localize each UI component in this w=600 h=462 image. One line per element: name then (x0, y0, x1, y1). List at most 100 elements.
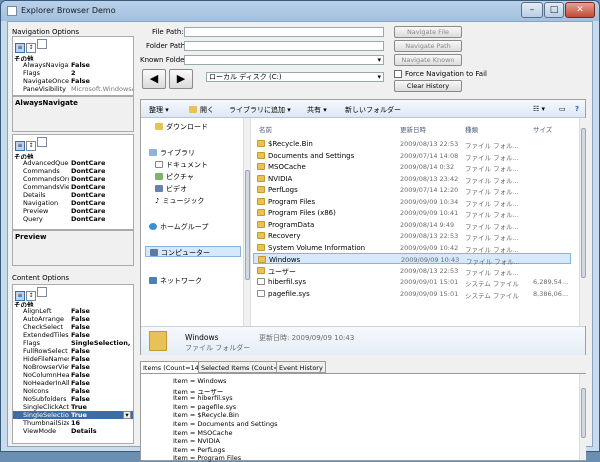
file-row[interactable]: ProgramData 2009/08/14 9:49 ファイル フォル... (253, 219, 571, 231)
property-row[interactable]: CommandsViewDontCare (13, 183, 133, 191)
nav-item-downloads[interactable]: ダウンロード (155, 122, 208, 132)
property-row[interactable]: NoIcons False (13, 387, 133, 395)
view-menu-icon[interactable]: ☷ ▾ (533, 105, 545, 113)
property-row[interactable]: FullRowSelect False (13, 347, 133, 355)
preview-options-grid[interactable]: ≡↕ その他 AdvancedQueryDontCareCommandsDont… (12, 134, 134, 230)
file-row[interactable]: MSOCache 2009/08/14 0:32 ファイル フォル... (253, 161, 571, 173)
content-options-grid[interactable]: ≡ ↕ その他 AlignLeft False AutoArrange False Che… (12, 284, 134, 444)
clear-history-button[interactable]: Clear History (394, 80, 462, 92)
property-row[interactable]: AdvancedQueryDontCare (13, 159, 133, 167)
col-type[interactable]: 種類 (465, 124, 478, 134)
organize-menu[interactable]: 整理 ▾ (149, 105, 169, 115)
location-combo[interactable]: ローカル ディスク (C:) ▾ (206, 72, 384, 82)
scroll-thumb[interactable] (581, 128, 586, 278)
minimize-button[interactable]: – (521, 2, 543, 18)
navigation-pane[interactable]: ダウンロード ライブラリ ドキュメント ピクチャ ビデオ ♪ ミュージック ホーム… (141, 118, 251, 326)
property-value[interactable]: False (71, 61, 90, 69)
property-row[interactable]: Details DontCare (13, 191, 133, 199)
file-row[interactable]: Program Files 2009/09/09 10:34 ファイル フォル... (253, 196, 571, 208)
file-row[interactable]: $Recycle.Bin 2009/08/13 22:53 ファイル フォル... (253, 138, 571, 150)
property-value[interactable]: SingleSelection, S (71, 339, 133, 347)
category-row[interactable]: その他 (13, 299, 133, 307)
property-value[interactable]: False (71, 315, 90, 323)
property-value[interactable]: False (71, 307, 90, 315)
property-value[interactable]: False (71, 387, 90, 395)
nav-item-pictures[interactable]: ピクチャ (155, 172, 194, 182)
chevron-down-icon[interactable]: ▾ (123, 411, 131, 419)
property-row[interactable]: ViewMode Details (13, 427, 133, 435)
file-row[interactable]: Windows 2009/09/09 10:43 ファイル フォル... (253, 253, 571, 266)
property-row[interactable]: CheckSelect False (13, 323, 133, 331)
file-row[interactable]: Documents and Settings 2009/07/14 14:08 ファ… (253, 150, 571, 162)
file-path-input[interactable] (184, 27, 384, 37)
property-value[interactable]: DontCare (71, 191, 105, 199)
property-row[interactable]: NoSubfolders False (13, 395, 133, 403)
scroll-thumb[interactable] (245, 170, 250, 280)
open-button[interactable]: 開く (189, 105, 214, 115)
property-row[interactable]: NoBrowserView False (13, 363, 133, 371)
nav-item-homegroup[interactable]: ホームグループ (149, 222, 208, 232)
property-row[interactable]: SingleSelection True ▾ (13, 411, 133, 419)
add-library-menu[interactable]: ライブラリに追加 ▾ (229, 105, 291, 115)
explorer-browser[interactable]: 整理 ▾ 開く ライブラリに追加 ▾ 共有 ▾ 新しいフォルダー ☷ ▾ ▭ ?… (140, 99, 586, 355)
close-button[interactable]: ✕ (565, 2, 595, 18)
sort-az-icon[interactable]: ↕ (26, 43, 36, 53)
col-name[interactable]: 名前 (259, 124, 272, 134)
property-row[interactable]: CommandsOrgaDontCare (13, 175, 133, 183)
property-value[interactable]: DontCare (71, 183, 105, 191)
file-row[interactable]: Program Files (x86) 2009/09/09 10:41 ファイル … (253, 207, 571, 219)
tab-selected-items[interactable]: Selected Items (Count=1) (198, 361, 289, 373)
property-value[interactable]: DontCare (71, 199, 105, 207)
file-row[interactable]: NVIDIA 2009/08/13 23:42 ファイル フォル... (253, 173, 571, 185)
property-value[interactable]: DontCare (71, 215, 105, 223)
property-value[interactable]: True (71, 403, 87, 411)
property-value[interactable]: False (71, 363, 90, 371)
property-row[interactable]: Navigation DontCare (13, 199, 133, 207)
filelist-scrollbar[interactable] (579, 118, 586, 326)
property-value[interactable]: False (71, 77, 90, 85)
col-size[interactable]: サイズ (533, 124, 552, 134)
property-value[interactable]: False (71, 355, 90, 363)
maximize-button[interactable]: □ (544, 2, 564, 18)
property-row[interactable]: NoHeaderInAllV False (13, 379, 133, 387)
folder-path-input[interactable] (184, 41, 384, 51)
log-scrollbar[interactable] (579, 374, 586, 460)
nav-item-computer[interactable]: コンピューター (145, 246, 241, 257)
property-row[interactable]: NoColumnHead False (13, 371, 133, 379)
share-menu[interactable]: 共有 ▾ (307, 105, 327, 115)
property-row[interactable]: Flags SingleSelection, S (13, 339, 133, 347)
property-row[interactable]: SingleClickActi True (13, 403, 133, 411)
nav-item-documents[interactable]: ドキュメント (155, 160, 208, 170)
scroll-thumb[interactable] (581, 388, 586, 438)
property-value[interactable]: False (71, 395, 90, 403)
category-row[interactable]: その他 (13, 151, 133, 159)
items-log[interactable]: Item = Windows Item = ユーザー Item = hiberfil… (140, 373, 586, 462)
property-pages-icon[interactable] (37, 287, 47, 297)
property-value[interactable]: Microsoft.WindowsAP (71, 85, 133, 93)
category-row[interactable]: その他 (13, 53, 133, 61)
navigate-known-button[interactable]: Navigate Known (394, 54, 462, 66)
property-value[interactable]: False (71, 323, 90, 331)
file-list[interactable]: 名前 更新日時 種類 サイズ $Recycle.Bin 2009/08/13 22… (253, 118, 587, 326)
preview-pane-icon[interactable]: ▭ (559, 105, 566, 113)
property-row[interactable]: AlwaysNavigateFalse (13, 61, 133, 69)
help-icon[interactable]: ? (575, 105, 579, 113)
property-value[interactable]: False (71, 371, 90, 379)
property-row[interactable]: NavigateOnce False (13, 77, 133, 85)
nav-item-libraries[interactable]: ライブラリ (149, 148, 195, 158)
property-value[interactable]: DontCare (71, 159, 105, 167)
property-value[interactable]: 16 (71, 419, 80, 427)
navigate-file-button[interactable]: Navigate File (394, 26, 462, 38)
categorized-icon[interactable]: ≡ (15, 43, 25, 53)
forward-button[interactable]: ▶ (169, 69, 193, 89)
nav-options-grid[interactable]: ≡↕ その他 AlwaysNavigateFalseFlags2Navigate… (12, 36, 134, 96)
file-row[interactable]: hiberfil.sys 2009/09/01 15:01 システム ファイル 6,2… (253, 276, 571, 288)
property-value[interactable]: DontCare (71, 175, 105, 183)
property-row[interactable]: PaneVisibility Microsoft.WindowsAP (13, 85, 133, 93)
tab-event-history[interactable]: Event History (276, 361, 326, 373)
file-row[interactable]: pagefile.sys 2009/09/09 15:01 システム ファイル 8,3… (253, 288, 571, 300)
file-row[interactable]: System Volume Information 2009/09/09 10:4… (253, 242, 571, 254)
sort-az-icon[interactable]: ↕ (26, 141, 36, 151)
property-value[interactable]: 2 (71, 69, 76, 77)
title-bar[interactable]: Explorer Browser Demo – □ ✕ (1, 1, 599, 21)
